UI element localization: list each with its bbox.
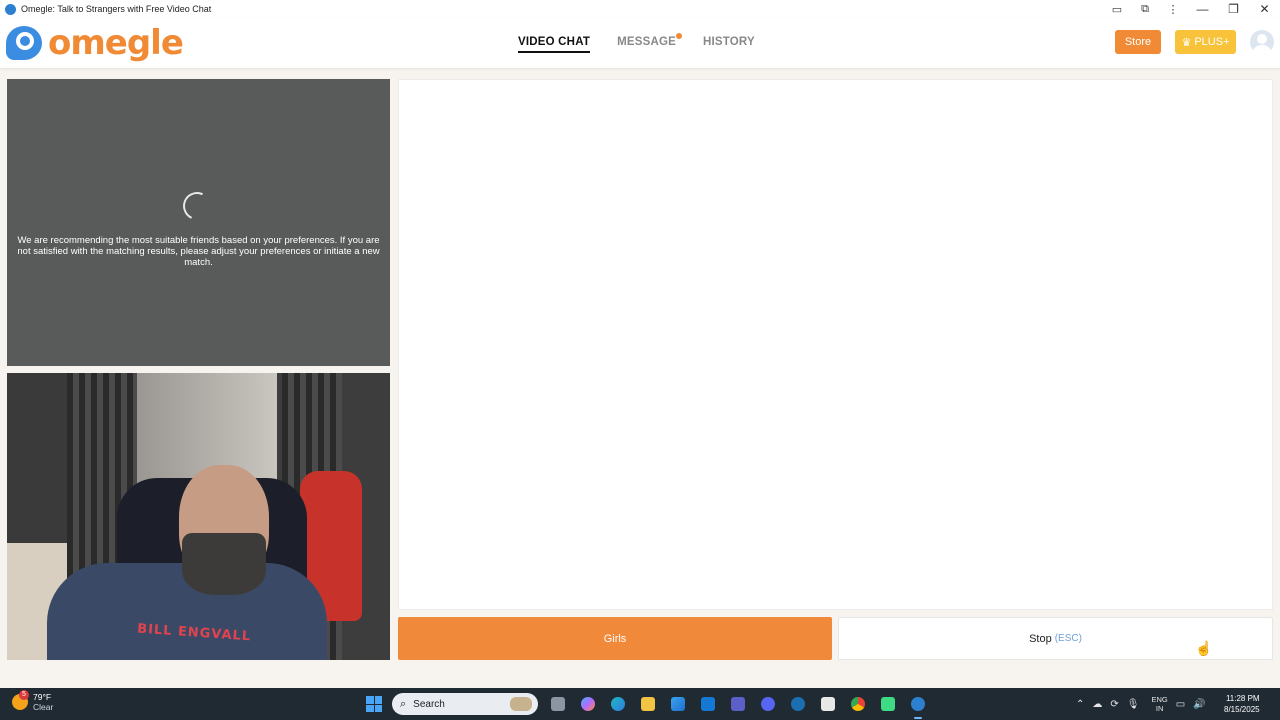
android-studio-icon[interactable]	[876, 692, 900, 716]
volume-icon[interactable]: 🔊	[1193, 699, 1205, 710]
site-header: omegle VIDEO CHAT MESSAGE HISTORY Store …	[0, 18, 1280, 68]
notification-dot	[676, 33, 682, 39]
user-avatar[interactable]	[1250, 30, 1274, 54]
search-icon: ⌕	[400, 697, 407, 710]
hand-cursor-icon: ☝	[1195, 640, 1213, 656]
nav-message[interactable]: MESSAGE	[617, 33, 682, 53]
self-video-panel: BILL ENGVALL	[7, 373, 390, 660]
weather-temp: 79°F	[33, 692, 52, 702]
system-tray: ⌃ ☁ ⟳ 🎙 ENG IN ▭ 🔊	[1076, 688, 1206, 720]
window-titlebar: Omegle: Talk to Strangers with Free Vide…	[0, 0, 1280, 18]
copilot-icon[interactable]	[576, 692, 600, 716]
steam-icon[interactable]	[786, 692, 810, 716]
close-button[interactable]: ✕	[1249, 0, 1280, 18]
store-button[interactable]: Store	[1115, 30, 1161, 54]
chrome-icon[interactable]	[846, 692, 870, 716]
clock-time: 11:28 PM	[1225, 694, 1260, 703]
taskbar-search[interactable]: ⌕ Search	[392, 693, 538, 715]
plus-button[interactable]: ♛ PLUS+	[1175, 30, 1236, 54]
girls-button[interactable]: Girls	[398, 617, 832, 660]
logo-text: omegle	[48, 23, 184, 63]
window-title: Omegle: Talk to Strangers with Free Vide…	[21, 4, 212, 14]
plus-button-label: PLUS+	[1194, 36, 1230, 48]
taskbar-clock[interactable]: 11:28 PM 8/15/2025	[1224, 693, 1260, 715]
taskbar: 5 79°F Clear ⌕ Search ⌃ ☁ ⟳ 🎙 ENG IN ▭ 🔊…	[0, 688, 1280, 720]
crown-icon: ♛	[1181, 36, 1192, 49]
stop-button-label: Stop	[1029, 632, 1052, 645]
app-icon	[5, 3, 16, 15]
restore-button[interactable]: ❐	[1218, 0, 1249, 18]
nav-history[interactable]: HISTORY	[703, 36, 755, 53]
extensions-icon[interactable]: ⧉	[1131, 0, 1159, 18]
outlook-icon[interactable]	[696, 692, 720, 716]
omegle-app-icon[interactable]	[906, 692, 930, 719]
task-view-icon[interactable]	[546, 692, 570, 716]
esc-hint: (ESC)	[1054, 633, 1082, 644]
edge-icon[interactable]	[606, 692, 630, 716]
microphone-icon[interactable]: 🎙	[1127, 699, 1140, 710]
sync-icon[interactable]: ⟳	[1110, 699, 1118, 710]
chevron-up-icon[interactable]: ⌃	[1076, 699, 1084, 710]
stranger-video-panel: We are recommending the most suitable fr…	[7, 79, 390, 366]
matching-message: We are recommending the most suitable fr…	[17, 235, 380, 268]
weather-icon: 5	[12, 690, 29, 710]
taskbar-apps	[546, 692, 930, 719]
more-menu-icon[interactable]: ⋮	[1159, 0, 1187, 18]
logo-mark-icon	[6, 24, 46, 62]
search-label: Search	[413, 698, 445, 710]
loading-spinner-icon	[179, 188, 215, 224]
teams-icon[interactable]	[726, 692, 750, 716]
main-nav: VIDEO CHAT MESSAGE HISTORY	[518, 33, 755, 53]
chat-area[interactable]	[398, 79, 1273, 610]
weather-condition: Clear	[33, 702, 54, 712]
nav-video-chat[interactable]: VIDEO CHAT	[518, 36, 591, 53]
weather-widget[interactable]: 5 79°F Clear	[12, 690, 54, 712]
onedrive-icon[interactable]: ☁	[1092, 699, 1102, 710]
lang-bottom: IN	[1155, 704, 1164, 713]
store-app-icon[interactable]	[666, 692, 690, 716]
epic-games-icon[interactable]	[816, 692, 840, 716]
start-button[interactable]	[366, 696, 382, 712]
omegle-logo[interactable]: omegle	[6, 23, 184, 63]
weather-badge: 5	[19, 690, 29, 700]
nav-message-label: MESSAGE	[617, 36, 676, 48]
search-highlight-icon	[510, 697, 532, 711]
lang-top: ENG	[1151, 695, 1168, 704]
minimize-button[interactable]: —	[1187, 0, 1218, 18]
clock-date: 8/15/2025	[1224, 705, 1260, 714]
display-icon[interactable]: ▭	[1176, 699, 1185, 710]
camera-icon[interactable]: ▭	[1103, 0, 1131, 18]
file-explorer-icon[interactable]	[636, 692, 660, 716]
language-indicator[interactable]: ENG IN	[1151, 695, 1167, 713]
discord-icon[interactable]	[756, 692, 780, 716]
